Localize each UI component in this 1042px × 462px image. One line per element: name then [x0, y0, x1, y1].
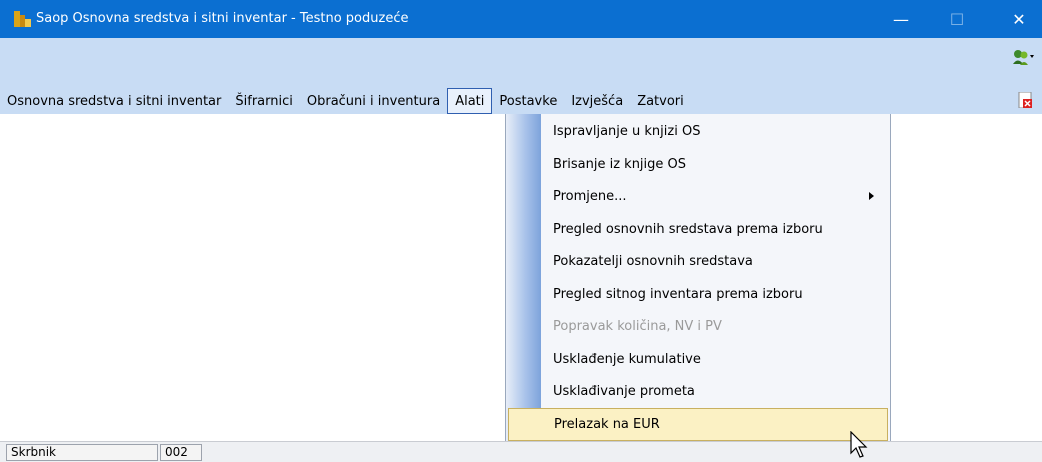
menu-bar: Osnovna sredstva i sitni inventar Šifrarn…: [0, 88, 691, 114]
window-title: Saop Osnovna sredstva i sitni inventar -…: [36, 11, 409, 26]
app-icon: [14, 11, 31, 27]
close-document-icon[interactable]: [1018, 92, 1032, 108]
menu-obracuni[interactable]: Obračuni i inventura: [300, 88, 447, 114]
menuitem-pregled-si[interactable]: Pregled sitnog inventara prema izboru: [508, 278, 888, 311]
status-bar: Skrbnik 002: [0, 441, 1042, 462]
menu-sifrarnici[interactable]: Šifrarnici: [228, 88, 299, 114]
alati-dropdown-menu: Ispravljanje u knjizi OS Brisanje iz knji…: [505, 114, 891, 461]
menu-alati[interactable]: Alati: [447, 88, 493, 114]
menuitem-prelazak-eur[interactable]: Prelazak na EUR: [508, 407, 888, 441]
menu-osnovna-sredstva[interactable]: Osnovna sredstva i sitni inventar: [0, 88, 228, 114]
close-button[interactable]: ✕: [996, 0, 1042, 38]
menu-izvjesca[interactable]: Izvješća: [564, 88, 630, 114]
menuitem-popravak: Popravak količina, NV i PV: [553, 319, 722, 334]
menuitem-pregled-os[interactable]: Pregled osnovnih sredstava prema izboru: [508, 213, 888, 246]
menu-postavke[interactable]: Postavke: [492, 88, 564, 114]
user-group-icon[interactable]: [1012, 49, 1034, 65]
menuitem-uskladenje[interactable]: Usklađenje kumulative: [508, 343, 888, 376]
menuitem-ispravljanje[interactable]: Ispravljanje u knjizi OS: [508, 115, 888, 148]
title-bar: Saop Osnovna sredstva i sitni inventar -…: [0, 0, 1042, 38]
maximize-button[interactable]: ☐: [934, 0, 980, 38]
status-code: 002: [160, 444, 202, 461]
menuitem-pokazatelji[interactable]: Pokazatelji osnovnih sredstava: [508, 245, 888, 278]
mouse-cursor-icon: [850, 431, 868, 458]
menu-zatvori[interactable]: Zatvori: [630, 88, 691, 114]
submenu-arrow-icon: [869, 192, 874, 200]
status-user: Skrbnik: [6, 444, 158, 461]
menuitem-brisanje[interactable]: Brisanje iz knjige OS: [508, 148, 888, 181]
menuitem-uskladivanje[interactable]: Usklađivanje prometa: [508, 375, 888, 408]
minimize-button[interactable]: —: [878, 0, 924, 38]
menuitem-promjene[interactable]: Promjene...: [508, 180, 888, 213]
